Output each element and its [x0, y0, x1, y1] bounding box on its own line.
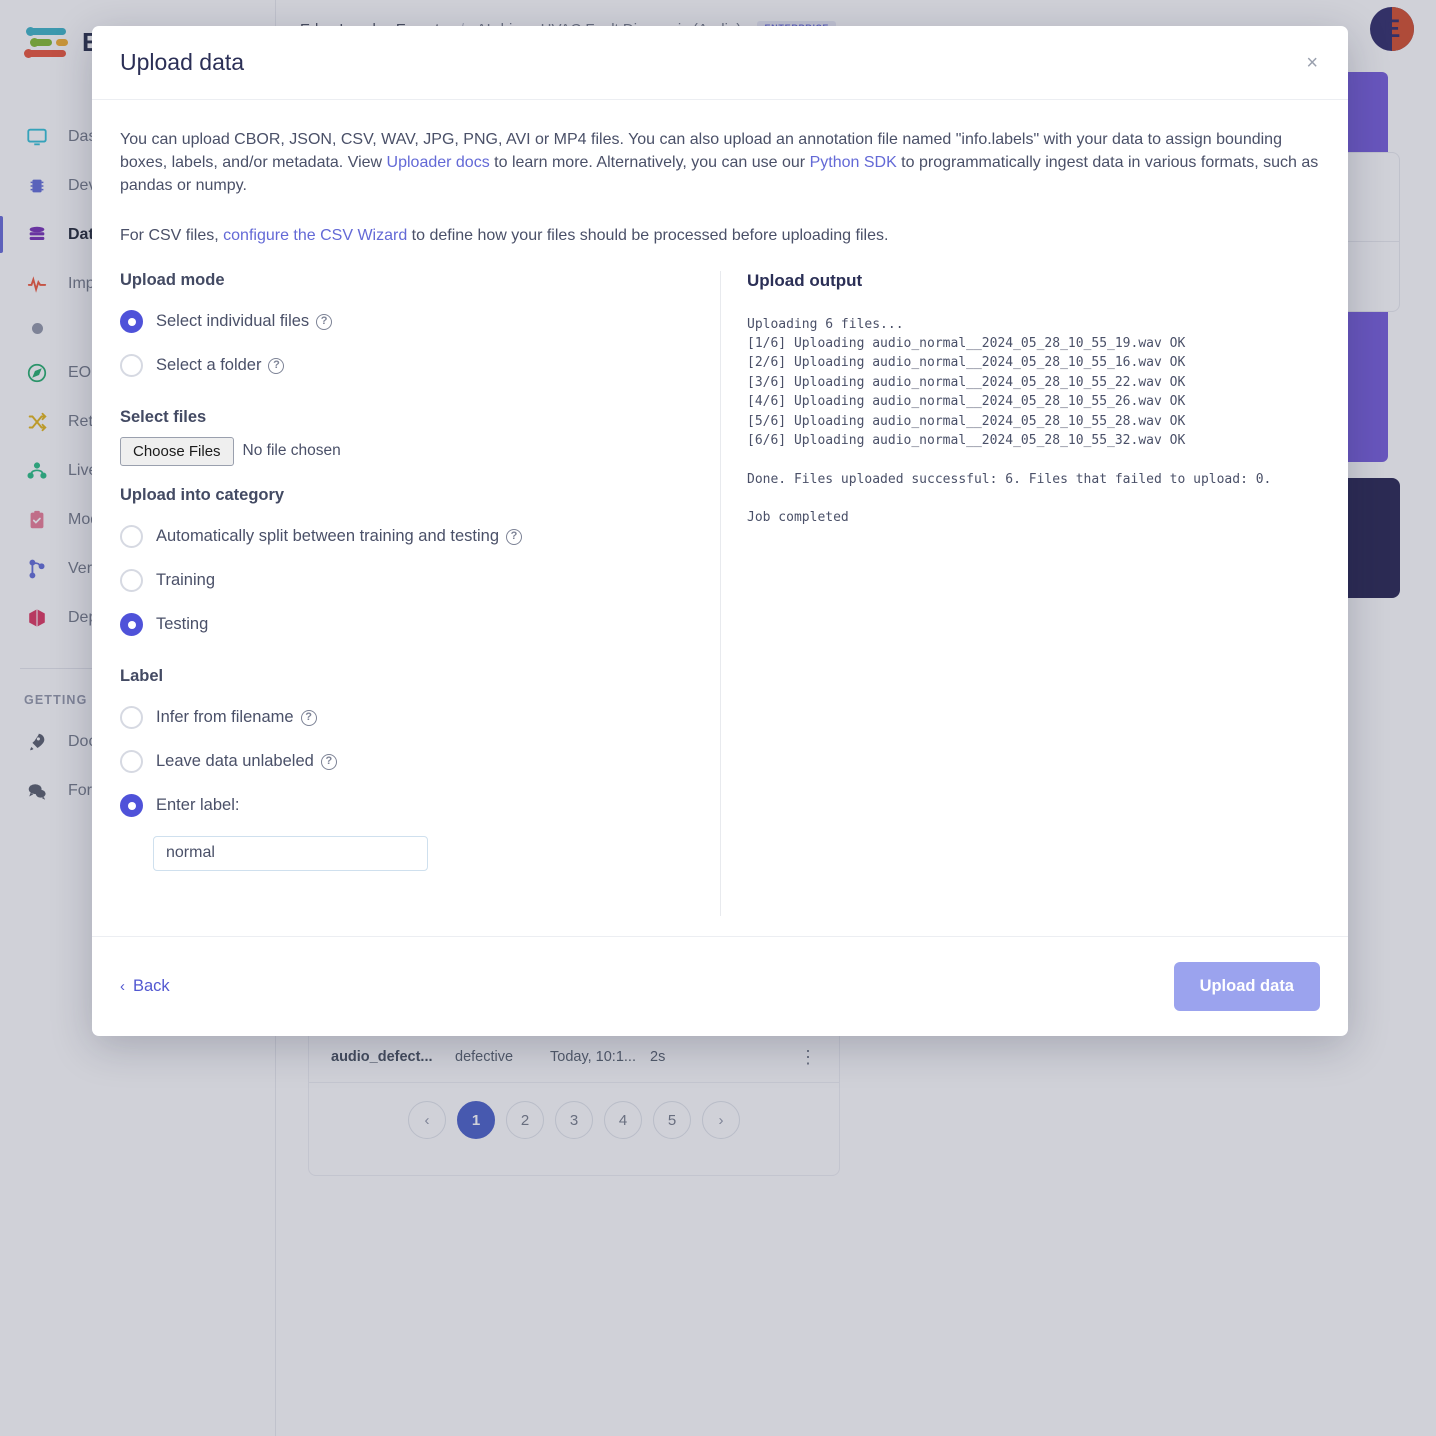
chevron-left-icon: ‹ — [120, 978, 125, 995]
radio-indicator[interactable] — [120, 750, 143, 774]
csv-wizard-link[interactable]: configure the CSV Wizard — [223, 227, 407, 244]
radio-label-text: Testing — [156, 615, 209, 634]
radio-label-text: Leave data unlabeled — [156, 752, 314, 771]
help-icon[interactable]: ? — [320, 753, 337, 770]
help-icon[interactable]: ? — [316, 313, 333, 330]
upload-mode-title: Upload mode — [120, 270, 225, 289]
radio-indicator[interactable] — [120, 310, 143, 334]
radio-label-text: Select a folder — [156, 356, 262, 375]
upload-form-column: Upload mode Select individual files ? Se… — [120, 271, 720, 916]
intro-text-b: to learn more. Alternatively, you can us… — [489, 154, 810, 172]
uploader-docs-link[interactable]: Uploader docs — [387, 154, 490, 171]
radio-select-folder[interactable]: Select a folder ? — [120, 344, 692, 388]
python-sdk-link[interactable]: Python SDK — [810, 154, 897, 171]
upload-output-log: Uploading 6 files... [1/6] Uploading aud… — [747, 316, 1272, 487]
file-input-row[interactable]: Choose Files No file chosen — [120, 436, 692, 466]
radio-indicator[interactable] — [120, 706, 143, 730]
help-icon[interactable]: ? — [268, 357, 285, 374]
radio-label-text: Infer from filename — [156, 708, 294, 727]
choose-files-button[interactable]: Choose Files — [120, 436, 234, 466]
file-status-text: No file chosen — [242, 442, 341, 460]
label-section-title: Label — [120, 666, 164, 685]
radio-select-individual-files[interactable]: Select individual files ? — [120, 300, 692, 344]
column-divider — [720, 270, 721, 916]
modal-columns: Upload mode Select individual files ? Se… — [120, 270, 1320, 916]
csv-text-a: For CSV files, — [120, 226, 224, 244]
select-files-title: Select files — [120, 407, 207, 426]
upload-data-button[interactable]: Upload data — [1173, 962, 1320, 1011]
upload-output-status: Job completed — [747, 509, 849, 525]
radio-indicator[interactable] — [120, 525, 143, 549]
modal-footer: ‹ Back Upload data — [92, 936, 1348, 1036]
radio-testing[interactable]: Testing — [120, 603, 692, 647]
radio-indicator[interactable] — [120, 354, 143, 378]
back-button-label: Back — [133, 977, 170, 995]
radio-indicator[interactable] — [120, 794, 143, 818]
radio-enter-label[interactable]: Enter label: — [120, 784, 692, 828]
modal-body: You can upload CBOR, JSON, CSV, WAV, JPG… — [92, 100, 1348, 936]
modal-title: Upload data — [120, 49, 245, 75]
radio-label-text: Enter label: — [156, 796, 240, 815]
upload-data-modal: Upload data × You can upload CBOR, JSON,… — [92, 26, 1348, 1036]
intro-paragraph-1: You can upload CBOR, JSON, CSV, WAV, JPG… — [120, 128, 1320, 198]
label-input[interactable] — [153, 835, 428, 871]
help-icon[interactable]: ? — [300, 709, 317, 726]
radio-infer-from-filename[interactable]: Infer from filename ? — [120, 696, 692, 740]
upload-output-title: Upload output — [747, 270, 863, 290]
radio-training[interactable]: Training — [120, 559, 692, 603]
radio-indicator[interactable] — [120, 613, 143, 637]
csv-text-b: to define how your files should be proce… — [407, 226, 889, 244]
radio-label-text: Select individual files — [156, 312, 310, 331]
close-icon[interactable]: × — [1300, 49, 1324, 77]
help-icon[interactable]: ? — [506, 528, 523, 545]
radio-auto-split[interactable]: Automatically split between training and… — [120, 515, 692, 559]
radio-indicator[interactable] — [120, 569, 143, 593]
upload-output-column: Upload output Uploading 6 files... [1/6]… — [747, 271, 1320, 916]
upload-category-title: Upload into category — [120, 485, 285, 504]
modal-header: Upload data × — [92, 26, 1348, 100]
radio-label-text: Training — [156, 571, 215, 590]
intro-paragraph-2: For CSV files, configure the CSV Wizard … — [120, 224, 1320, 247]
radio-label-text: Automatically split between training and… — [156, 527, 500, 546]
radio-leave-unlabeled[interactable]: Leave data unlabeled ? — [120, 740, 692, 784]
back-button[interactable]: ‹ Back — [120, 977, 170, 996]
